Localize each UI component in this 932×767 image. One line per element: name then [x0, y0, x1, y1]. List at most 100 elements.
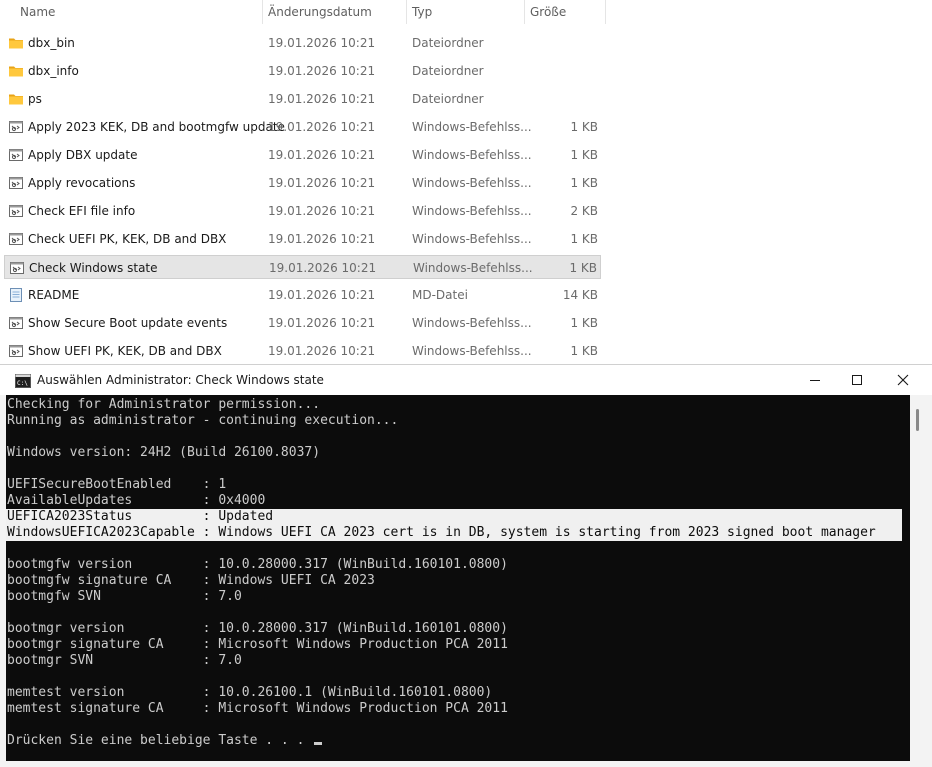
file-date: 19.01.2026 10:21 — [269, 261, 377, 275]
console-line: bootmgfw SVN : 7.0 — [7, 589, 242, 605]
file-name: Apply DBX update — [28, 148, 138, 162]
file-size: 1 KB — [570, 148, 598, 162]
column-header-type[interactable]: Typ — [406, 0, 524, 24]
file-row[interactable]: Check Windows state 19.01.2026 10:21 Windo… — [4, 255, 601, 279]
file-explorer: Name ^ Änderungsdatum Typ Größe dbx_bin 1… — [0, 0, 932, 364]
console-line-text: bootmgr SVN : 7.0 — [7, 653, 242, 668]
batch-file-icon — [8, 315, 24, 331]
batch-file-icon — [8, 203, 24, 219]
file-date: 19.01.2026 10:21 — [268, 232, 376, 246]
file-size: 1 KB — [570, 232, 598, 246]
file-name: Check UEFI PK, KEK, DB and DBX — [28, 232, 227, 246]
console-scrollbar[interactable] — [910, 395, 926, 761]
file-name: README — [28, 288, 80, 302]
close-icon — [897, 374, 909, 386]
file-row[interactable]: Show Secure Boot update events 19.01.2026… — [4, 311, 601, 335]
file-date: 19.01.2026 10:21 — [268, 36, 376, 50]
file-type: Windows-Befehlss... — [412, 316, 532, 330]
file-type: Windows-Befehlss... — [412, 232, 532, 246]
file-size: 2 KB — [570, 204, 598, 218]
console-line-text: bootmgfw signature CA : Windows UEFI CA … — [7, 573, 375, 588]
file-size: 1 KB — [570, 316, 598, 330]
file-row[interactable]: ps 19.01.2026 10:21 Dateiordner — [4, 87, 601, 111]
file-row[interactable]: dbx_info 19.01.2026 10:21 Dateiordner — [4, 59, 601, 83]
file-name: dbx_info — [28, 64, 79, 78]
minimize-button[interactable] — [792, 365, 838, 395]
console-line-text: UEFISecureBootEnabled : 1 — [7, 477, 227, 492]
file-date: 19.01.2026 10:21 — [268, 316, 376, 330]
file-row[interactable]: Show UEFI PK, KEK, DB and DBX 19.01.2026 … — [4, 339, 601, 363]
file-row[interactable]: dbx_bin 19.01.2026 10:21 Dateiordner — [4, 31, 601, 55]
file-type: Windows-Befehlss... — [412, 176, 532, 190]
file-date: 19.01.2026 10:21 — [268, 148, 376, 162]
file-type: Windows-Befehlss... — [412, 148, 532, 162]
svg-text:C:\: C:\ — [17, 380, 28, 387]
file-name: Apply revocations — [28, 176, 136, 190]
folder-icon — [8, 35, 24, 51]
console-line: Drücken Sie eine beliebige Taste . . . — [7, 733, 323, 749]
file-size: 1 KB — [570, 176, 598, 190]
file-row[interactable]: README 19.01.2026 10:21 MD-Datei 14 KB — [4, 283, 601, 307]
file-row[interactable]: Check UEFI PK, KEK, DB and DBX 19.01.2026… — [4, 227, 601, 251]
file-row[interactable]: Apply DBX update 19.01.2026 10:21 Windows-… — [4, 143, 601, 167]
file-type: Windows-Befehlss... — [412, 120, 532, 134]
command-prompt-icon: C:\ — [15, 373, 31, 388]
file-name: Apply 2023 KEK, DB and bootmgfw update — [28, 120, 285, 134]
column-header-date[interactable]: Änderungsdatum — [262, 0, 406, 24]
file-date: 19.01.2026 10:21 — [268, 120, 376, 134]
console-line: Windows version: 24H2 (Build 26100.8037) — [7, 445, 320, 461]
file-size: 1 KB — [570, 120, 598, 134]
scrollbar-thumb[interactable] — [916, 409, 919, 431]
file-date: 19.01.2026 10:21 — [268, 64, 376, 78]
file-name: Check Windows state — [29, 261, 158, 275]
file-row[interactable]: Check EFI file info 19.01.2026 10:21 Windo… — [4, 199, 601, 223]
file-type: Dateiordner — [412, 92, 484, 106]
console-line: UEFISecureBootEnabled : 1 — [7, 477, 226, 493]
console-line: UEFICA2023Status : Updated — [6, 509, 902, 525]
file-type: Windows-Befehlss... — [412, 204, 532, 218]
console-line: bootmgfw signature CA : Windows UEFI CA … — [7, 573, 375, 589]
maximize-button[interactable] — [834, 365, 880, 395]
file-date: 19.01.2026 10:21 — [268, 288, 376, 302]
column-header-row: Name ^ Änderungsdatum Typ Größe — [0, 0, 606, 24]
file-row[interactable]: Apply 2023 KEK, DB and bootmgfw update 19… — [4, 115, 601, 139]
file-name: Show Secure Boot update events — [28, 316, 228, 330]
console-window: C:\ Auswählen Administrator: Check Windo… — [0, 364, 932, 767]
file-name: ps — [28, 92, 42, 106]
file-date: 19.01.2026 10:21 — [268, 92, 376, 106]
console-line-text: AvailableUpdates : 0x4000 — [7, 493, 266, 508]
file-date: 19.01.2026 10:21 — [268, 204, 376, 218]
console-line-text: Drücken Sie eine beliebige Taste . . . — [7, 733, 313, 748]
folder-icon — [8, 91, 24, 107]
console-output[interactable]: Checking for Administrator permission...… — [6, 395, 910, 761]
console-line: bootmgr version : 10.0.28000.317 (WinBui… — [7, 621, 508, 637]
console-line: bootmgr SVN : 7.0 — [7, 653, 242, 669]
console-line-text: bootmgfw SVN : 7.0 — [7, 589, 242, 604]
file-type: Dateiordner — [412, 64, 484, 78]
minimize-icon — [810, 380, 820, 381]
file-name: Show UEFI PK, KEK, DB and DBX — [28, 344, 222, 358]
text-cursor — [314, 742, 323, 745]
console-titlebar[interactable]: C:\ Auswählen Administrator: Check Windo… — [0, 365, 932, 395]
close-button[interactable] — [880, 365, 926, 395]
file-type: Windows-Befehlss... — [412, 344, 532, 358]
console-line: bootmgfw version : 10.0.28000.317 (WinBu… — [7, 557, 508, 573]
file-row[interactable]: Apply revocations 19.01.2026 10:21 Windows… — [4, 171, 601, 195]
console-line: memtest version : 10.0.26100.1 (WinBuild… — [7, 685, 492, 701]
text-file-icon — [8, 287, 24, 303]
console-line: bootmgr signature CA : Microsoft Windows… — [7, 637, 508, 653]
batch-file-icon — [8, 175, 24, 191]
sort-caret-icon: ^ — [131, 0, 140, 7]
console-line-text: bootmgr version : 10.0.28000.317 (WinBui… — [7, 621, 508, 636]
batch-file-icon — [8, 119, 24, 135]
folder-icon — [8, 63, 24, 79]
console-line-text: Windows version: 24H2 (Build 26100.8037) — [7, 445, 321, 460]
file-size: 14 KB — [562, 288, 598, 302]
maximize-icon — [852, 375, 862, 385]
file-type: Dateiordner — [412, 36, 484, 50]
console-line-text: memtest signature CA : Microsoft Windows… — [7, 701, 508, 716]
file-type: Windows-Befehlss... — [413, 261, 533, 275]
batch-file-icon — [9, 260, 25, 276]
file-size: 1 KB — [570, 344, 598, 358]
column-header-size[interactable]: Größe — [524, 0, 606, 24]
